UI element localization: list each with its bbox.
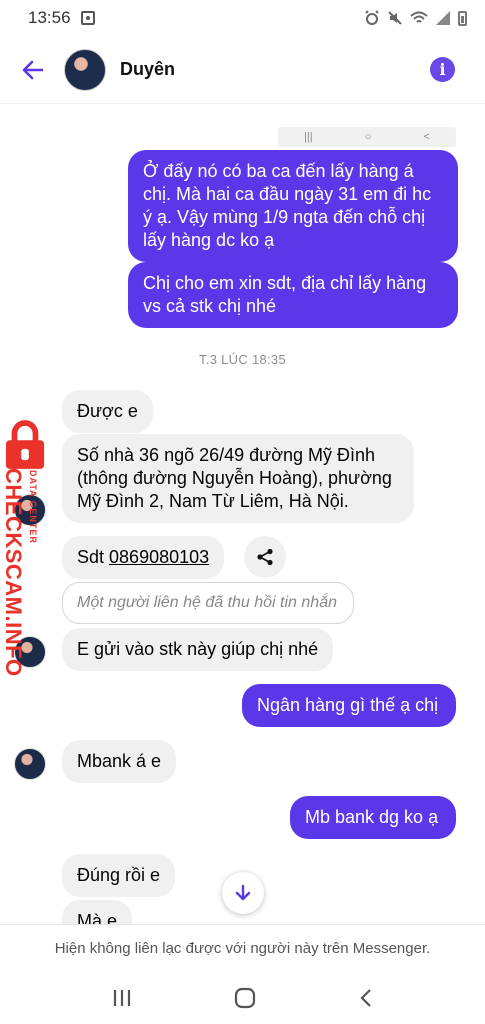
contact-name[interactable]: Duyên (120, 59, 175, 80)
embedded-navigation-bar: ||| ○ < (278, 127, 456, 147)
status-icons (364, 10, 467, 26)
status-bar: 13:56 (0, 0, 485, 36)
unsent-message-notice: Một người liên hệ đã thu hồi tin nhắn (62, 582, 354, 624)
outgoing-message[interactable]: Chị cho em xin sdt, địa chỉ lấy hàng vs … (128, 262, 458, 328)
incoming-message[interactable]: Đúng rồi e (62, 854, 176, 897)
incoming-message[interactable]: Mbank á e (62, 740, 177, 783)
message-list[interactable]: Ở đấy nó có ba ca đến lấy hàng á chị. Mà… (0, 104, 485, 924)
home-icon[interactable] (234, 987, 256, 1009)
watermark-text: CHECKSCAM.INFO (1, 468, 26, 677)
mute-icon (388, 11, 402, 25)
incoming-message[interactable]: E gửi vào stk này giúp chị nhé (62, 628, 334, 671)
back-arrow-icon[interactable] (18, 55, 48, 85)
incoming-message[interactable]: Số nhà 36 ngõ 26/49 đường Mỹ Đình (thông… (62, 434, 414, 523)
screenshot-notification-icon (80, 11, 95, 25)
outgoing-message[interactable]: Ở đấy nó có ba ca đến lấy hàng á chị. Mà… (128, 150, 458, 262)
contact-avatar-small (14, 748, 46, 780)
recent-apps-icon[interactable] (111, 988, 133, 1008)
contact-avatar[interactable] (64, 48, 106, 91)
outgoing-message[interactable]: Ngân hàng gì thế ạ chị (242, 684, 456, 727)
battery-icon (458, 10, 467, 26)
wifi-icon (410, 11, 428, 23)
alarm-icon (365, 10, 379, 25)
phone-prefix: Sdt (77, 547, 110, 567)
unavailable-notice: Hiện không liên lạc được với người này t… (0, 924, 485, 972)
phone-number-link[interactable]: 0869080103 (109, 547, 209, 567)
system-navigation-bar (0, 972, 485, 1024)
outgoing-message[interactable]: Mb bank dg ko ạ (290, 796, 456, 839)
message-timestamp: T.3 LÚC 18:35 (198, 352, 286, 367)
back-icon[interactable] (358, 988, 374, 1008)
info-icon[interactable]: i (430, 57, 455, 82)
conversation-header: Duyên i (0, 36, 485, 104)
watermark-subtext: DATA CENTER (28, 470, 38, 544)
back-icon: < (423, 131, 430, 143)
status-time: 13:56 (28, 8, 71, 27)
lock-logo-icon (5, 420, 45, 469)
home-icon: ○ (364, 131, 372, 143)
recent-apps-icon: ||| (304, 131, 313, 143)
share-icon[interactable] (244, 536, 286, 578)
incoming-message-phone[interactable]: Sdt 0869080103 (62, 536, 225, 579)
scroll-down-arrow-icon[interactable] (222, 872, 264, 914)
incoming-message[interactable]: Được e (62, 390, 153, 433)
incoming-message[interactable]: Mà e (62, 900, 133, 924)
signal-icon (436, 11, 450, 25)
